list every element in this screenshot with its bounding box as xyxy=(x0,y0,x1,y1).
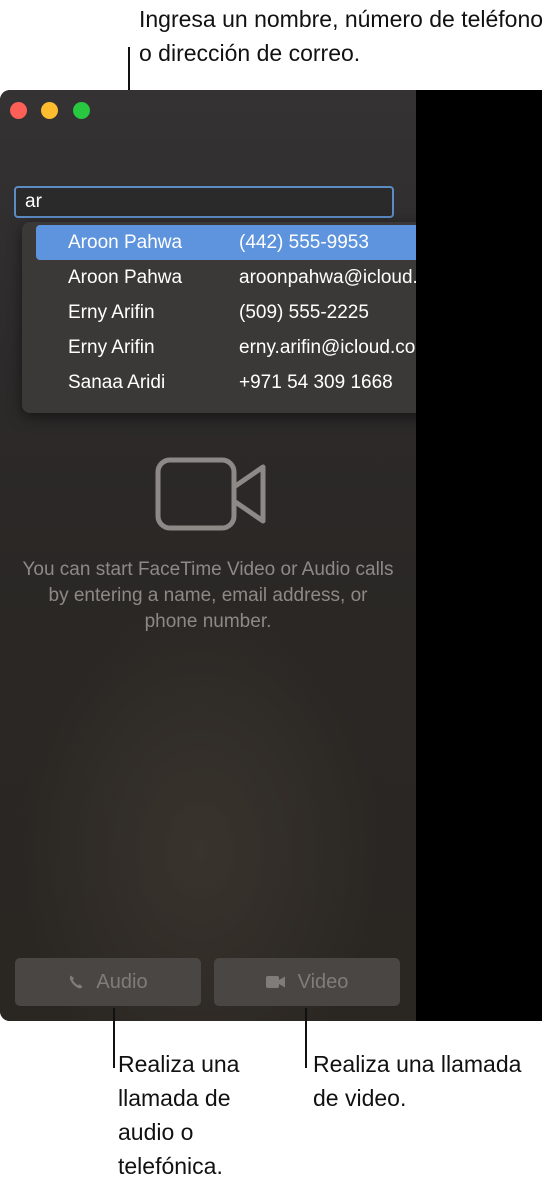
video-button-label: Video xyxy=(297,970,349,993)
facetime-window: Aroon Pahwa (442) 555-9953 Aroon Pahwa a… xyxy=(0,90,542,1021)
callout-video-hint: Realiza una llamada de video. xyxy=(313,1051,522,1111)
suggestion-name: Sanaa Aridi xyxy=(68,372,166,393)
suggestion-value: +971 54 309 1668 xyxy=(239,372,393,393)
suggestion-name: Erny Arifin xyxy=(68,302,155,323)
suggestion-name: Aroon Pahwa xyxy=(68,267,183,288)
search-input[interactable] xyxy=(14,186,394,218)
phone-icon xyxy=(70,975,83,989)
video-camera-icon xyxy=(265,976,285,988)
audio-button-label: Audio xyxy=(96,970,148,993)
video-camera-icon xyxy=(155,457,266,531)
suggestion-value: erny.arifin@icloud.com xyxy=(239,337,432,358)
callout-audio-hint: Realiza una llamada de audio o telefónic… xyxy=(118,1051,240,1179)
audio-call-button[interactable]: Audio xyxy=(15,958,201,1006)
video-preview-area xyxy=(416,90,542,1021)
suggestion-value: (509) 555-2225 xyxy=(239,302,369,323)
video-call-button[interactable]: Video xyxy=(214,958,400,1006)
minimize-window-button[interactable] xyxy=(41,102,58,119)
callout-search-hint: Ingresa un nombre, número de teléfono o … xyxy=(139,6,544,66)
empty-state-message: You can start FaceTime Video or Audio ca… xyxy=(22,559,394,632)
suggestion-value: (442) 555-9953 xyxy=(239,232,369,253)
callout-line-video xyxy=(305,1008,307,1068)
callout-line-audio xyxy=(113,1008,115,1068)
screenshot-canvas: Ingresa un nombre, número de teléfono o … xyxy=(0,0,545,1189)
zoom-window-button[interactable] xyxy=(73,102,90,119)
suggestion-name: Erny Arifin xyxy=(68,337,155,358)
close-window-button[interactable] xyxy=(10,102,27,119)
sidebar-panel: Aroon Pahwa (442) 555-9953 Aroon Pahwa a… xyxy=(0,90,487,1021)
suggestion-name: Aroon Pahwa xyxy=(68,232,183,253)
